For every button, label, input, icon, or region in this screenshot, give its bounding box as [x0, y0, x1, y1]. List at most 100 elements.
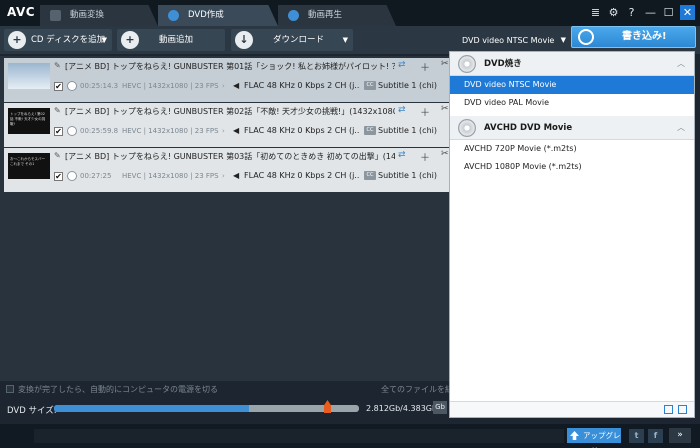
close-icon[interactable]: ✕: [680, 5, 695, 20]
dvd-disc-icon: [458, 55, 476, 73]
output-format-value: DVD video NTSC Movie: [462, 36, 555, 45]
add-cd-label: CD ディスクを追加: [31, 35, 106, 45]
table-row[interactable]: お〜これからモスバー これまで その1 ✎ [アニメ BD] トップをねらえ! …: [4, 148, 452, 192]
codec-info: HEVC | 1432x1080 | 23 FPS: [122, 127, 219, 135]
subtitle-icon: CC: [364, 81, 376, 90]
twitter-icon[interactable]: t: [629, 429, 644, 443]
edit-icon[interactable]: ✎: [54, 61, 61, 70]
maximize-icon[interactable]: ☐: [661, 5, 676, 20]
download-button[interactable]: ↓ ダウンロード ▼: [231, 29, 353, 51]
add-cd-button[interactable]: + CD ディスクを追加 ▼: [4, 29, 112, 51]
edit-icon[interactable]: ✎: [54, 151, 61, 160]
settings-icon[interactable]: ⚙: [606, 5, 621, 20]
audio-track-select[interactable]: ◀ FLAC 48 KHz 0 Kbps 2 CH (j...: [232, 169, 360, 182]
play-icon: [288, 10, 299, 21]
title-bar: AVC 動画変換 DVD作成 動画再生 ≣ ⚙ ? — ☐ ✕: [0, 0, 700, 26]
dvd-size-bar: [54, 405, 359, 412]
audio-track-select[interactable]: ◀ FLAC 48 KHz 0 Kbps 2 CH (j...: [232, 79, 360, 92]
plus-icon[interactable]: ＋: [420, 149, 430, 164]
tab-label: 動画変換: [70, 10, 105, 20]
speaker-icon: ◀: [233, 171, 240, 180]
tab-video-convert[interactable]: 動画変換: [40, 5, 158, 26]
duration: 00:27:25: [80, 172, 112, 180]
subtitle-select[interactable]: CC Subtitle 1 (chi): [362, 79, 452, 92]
format-group-label: AVCHD DVD Movie: [484, 123, 573, 133]
dvd-size-label: DVD サイズ:: [7, 406, 57, 416]
auto-shutdown-option[interactable]: 変換が完了したら、自動的にコンピュータの電源を切る: [6, 384, 218, 395]
file-title: [アニメ BD] トップをねらえ! GUNBUSTER 第02話「不敵! 天才少…: [65, 107, 395, 116]
tab-label: DVD作成: [188, 10, 224, 20]
hd-disc-icon: [458, 119, 476, 137]
upgrade-button[interactable]: アップグレード: [567, 428, 621, 448]
audio-track-select[interactable]: ◀ FLAC 48 KHz 0 Kbps 2 CH (j...: [232, 124, 360, 137]
chevron-right-icon: ›: [222, 127, 225, 135]
chevron-up-icon[interactable]: ︿: [677, 116, 685, 140]
auto-shutdown-label: 変換が完了したら、自動的にコンピュータの電源を切る: [18, 385, 218, 394]
table-row[interactable]: ✎ [アニメ BD] トップをねらえ! GUNBUSTER 第01話「ショック!…: [4, 58, 452, 102]
dvd-size-fill: [54, 405, 250, 412]
output-format-select[interactable]: DVD video NTSC Movie ▼: [456, 32, 568, 49]
duration: 00:25:14.3: [80, 82, 119, 90]
register-icon[interactable]: ≣: [588, 5, 603, 20]
minimize-icon[interactable]: —: [643, 5, 658, 20]
sync-icon[interactable]: ⇄: [398, 60, 406, 70]
format-group-avchd[interactable]: AVCHD DVD Movie ︿: [450, 116, 694, 140]
clock-icon: [67, 126, 77, 136]
format-option[interactable]: AVCHD 1080P Movie (*.m2ts): [450, 158, 694, 176]
edit-icon[interactable]: ✎: [54, 106, 61, 115]
format-group-label: DVD焼き: [484, 59, 522, 69]
sync-icon[interactable]: ⇄: [398, 150, 406, 160]
codec-info: HEVC | 1432x1080 | 23 FPS: [122, 172, 219, 180]
file-title: [アニメ BD] トップをねらえ! GUNBUSTER 第03話「初めてのときめ…: [65, 152, 395, 161]
plus-icon[interactable]: ＋: [420, 104, 430, 119]
facebook-icon[interactable]: f: [648, 429, 663, 443]
chevron-right-icon: ›: [222, 82, 225, 90]
tools-icon[interactable]: ✂: [441, 104, 449, 114]
video-thumbnail[interactable]: [8, 63, 50, 89]
chevron-up-icon[interactable]: ︿: [677, 52, 685, 76]
row-checkbox[interactable]: ✔: [54, 82, 63, 91]
subtitle-value: Subtitle 1 (chi): [378, 126, 437, 135]
subtitle-select[interactable]: CC Subtitle 1 (chi): [362, 169, 452, 182]
row-checkbox[interactable]: ✔: [54, 127, 63, 136]
format-option[interactable]: DVD video NTSC Movie: [450, 76, 694, 94]
download-label: ダウンロード: [273, 35, 325, 45]
chevron-down-icon[interactable]: ▼: [343, 29, 348, 51]
video-thumbnail[interactable]: トップをねらえ! 第02話 不敵! 天才少女の挑戦!: [8, 108, 50, 134]
tools-icon[interactable]: ✂: [441, 59, 449, 69]
more-button[interactable]: »: [669, 428, 691, 443]
codec-info: HEVC | 1432x1080 | 23 FPS: [122, 82, 219, 90]
speaker-icon: ◀: [233, 81, 240, 90]
refresh-icon: [578, 29, 594, 45]
chevron-down-icon[interactable]: ▼: [102, 29, 107, 51]
status-field: [34, 429, 564, 443]
video-add-icon: +: [121, 31, 139, 49]
sync-icon[interactable]: ⇄: [398, 105, 406, 115]
clock-icon: [67, 81, 77, 91]
tools-icon[interactable]: ✂: [441, 149, 449, 159]
audio-track-value: FLAC 48 KHz 0 Kbps 2 CH (j...: [244, 126, 360, 135]
subtitle-select[interactable]: CC Subtitle 1 (chi): [362, 124, 452, 137]
copy-icon[interactable]: [664, 405, 673, 414]
burn-button[interactable]: 書き込み!: [571, 26, 696, 48]
chevron-right-icon: ›: [222, 172, 225, 180]
auto-shutdown-checkbox[interactable]: [6, 385, 14, 393]
plus-icon[interactable]: ＋: [420, 59, 430, 74]
table-row[interactable]: トップをねらえ! 第02話 不敵! 天才少女の挑戦! ✎ [アニメ BD] トッ…: [4, 103, 452, 147]
duration: 00:25:59.8: [80, 127, 119, 135]
tab-dvd-create[interactable]: DVD作成: [158, 5, 278, 26]
format-option[interactable]: DVD video PAL Movie: [450, 94, 694, 112]
tab-video-play[interactable]: 動画再生: [278, 5, 396, 26]
format-option[interactable]: AVCHD 720P Movie (*.m2ts): [450, 140, 694, 158]
file-list: ✎ [アニメ BD] トップをねらえ! GUNBUSTER 第01話「ショック!…: [0, 56, 452, 381]
video-thumbnail[interactable]: お〜これからモスバー これまで その1: [8, 153, 50, 179]
clock-icon: [67, 171, 77, 181]
paste-icon[interactable]: [678, 405, 687, 414]
dvd-size-marker[interactable]: [324, 400, 331, 413]
add-video-button[interactable]: + 動画追加: [117, 29, 225, 51]
upgrade-icon: [570, 431, 579, 440]
size-unit-icon[interactable]: Gb: [433, 401, 447, 414]
format-group-dvd[interactable]: DVD焼き ︿: [450, 52, 694, 76]
help-icon[interactable]: ?: [624, 5, 639, 20]
row-checkbox[interactable]: ✔: [54, 172, 63, 181]
